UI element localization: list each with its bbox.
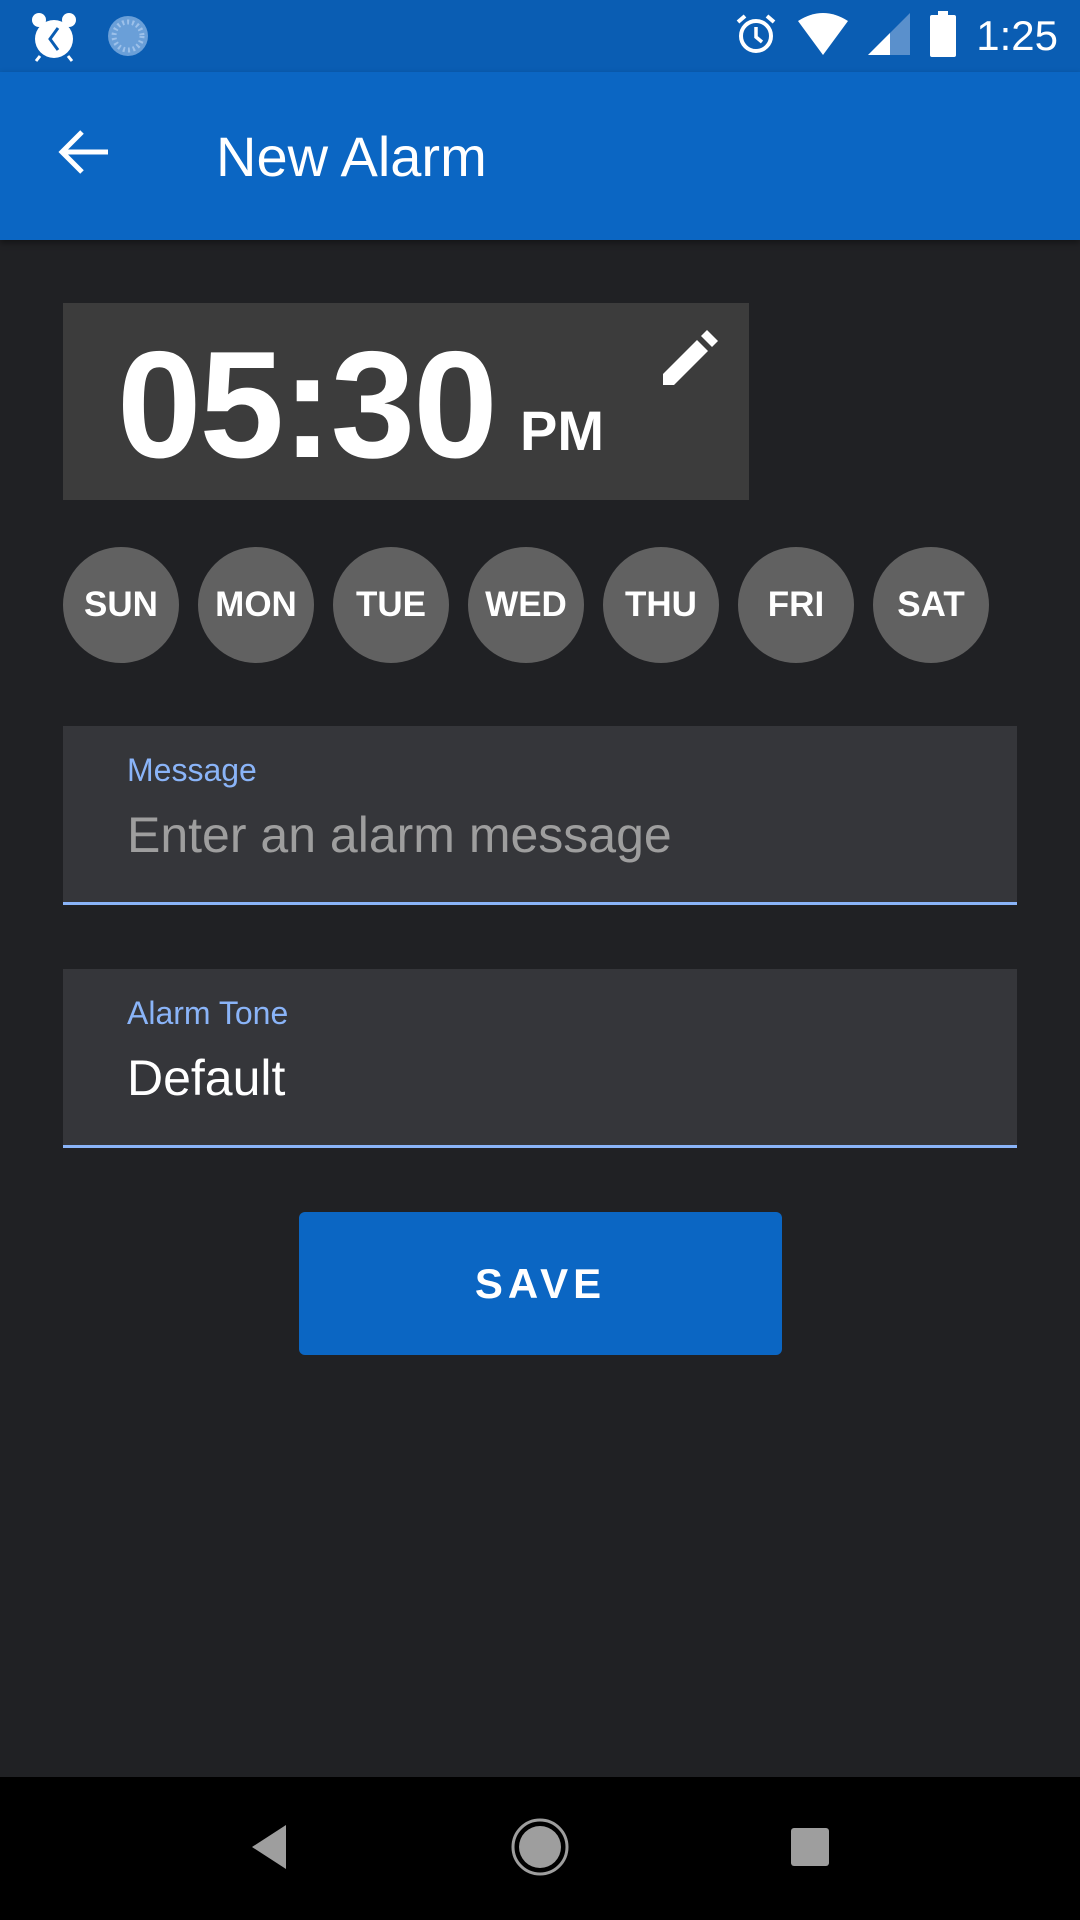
am-pm-indicator: PM (520, 399, 604, 462)
arrow-back-icon (58, 129, 110, 180)
battery-icon (930, 10, 957, 62)
time-picker-card[interactable]: 05:30 PM (63, 303, 749, 500)
day-toggle-sat[interactable]: SAT (873, 547, 989, 663)
system-nav-bar (0, 1777, 1080, 1920)
wifi-icon (798, 12, 849, 60)
back-button[interactable] (52, 122, 116, 186)
nav-home-icon (510, 1817, 570, 1882)
day-toggle-mon[interactable]: MON (198, 547, 314, 663)
alarm-tone-field[interactable]: Alarm Tone Default (63, 969, 1017, 1148)
nav-home-button[interactable] (504, 1813, 576, 1885)
alarm-tone-value[interactable]: Default (127, 1049, 285, 1107)
alarm-tone-label: Alarm Tone (127, 995, 289, 1031)
status-bar: 1:25 (0, 0, 1080, 72)
alarm-icon (734, 12, 778, 61)
day-toggle-wed[interactable]: WED (468, 547, 584, 663)
status-clock: 1:25 (976, 12, 1058, 59)
message-input[interactable]: Enter an alarm message (127, 806, 672, 864)
save-button[interactable]: SAVE (299, 1212, 782, 1355)
sync-spinner-icon (106, 14, 150, 63)
cell-signal-icon (868, 12, 911, 60)
day-toggle-fri[interactable]: FRI (738, 547, 854, 663)
edit-time-button[interactable] (653, 325, 723, 395)
message-field[interactable]: Message Enter an alarm message (63, 726, 1017, 905)
day-toggle-tue[interactable]: TUE (333, 547, 449, 663)
app-bar: New Alarm (0, 72, 1080, 240)
weekday-selector: SUN MON TUE WED THU FRI SAT (63, 547, 989, 663)
alarm-time: 05:30 (117, 320, 498, 490)
pencil-icon (653, 330, 723, 399)
day-toggle-thu[interactable]: THU (603, 547, 719, 663)
nav-back-icon (248, 1823, 292, 1876)
alarm-clock-app-icon (28, 10, 80, 67)
nav-recents-icon (790, 1827, 830, 1872)
message-label: Message (127, 752, 257, 788)
nav-recents-button[interactable] (774, 1813, 846, 1885)
page-title: New Alarm (216, 125, 487, 188)
day-toggle-sun[interactable]: SUN (63, 547, 179, 663)
nav-back-button[interactable] (234, 1813, 306, 1885)
